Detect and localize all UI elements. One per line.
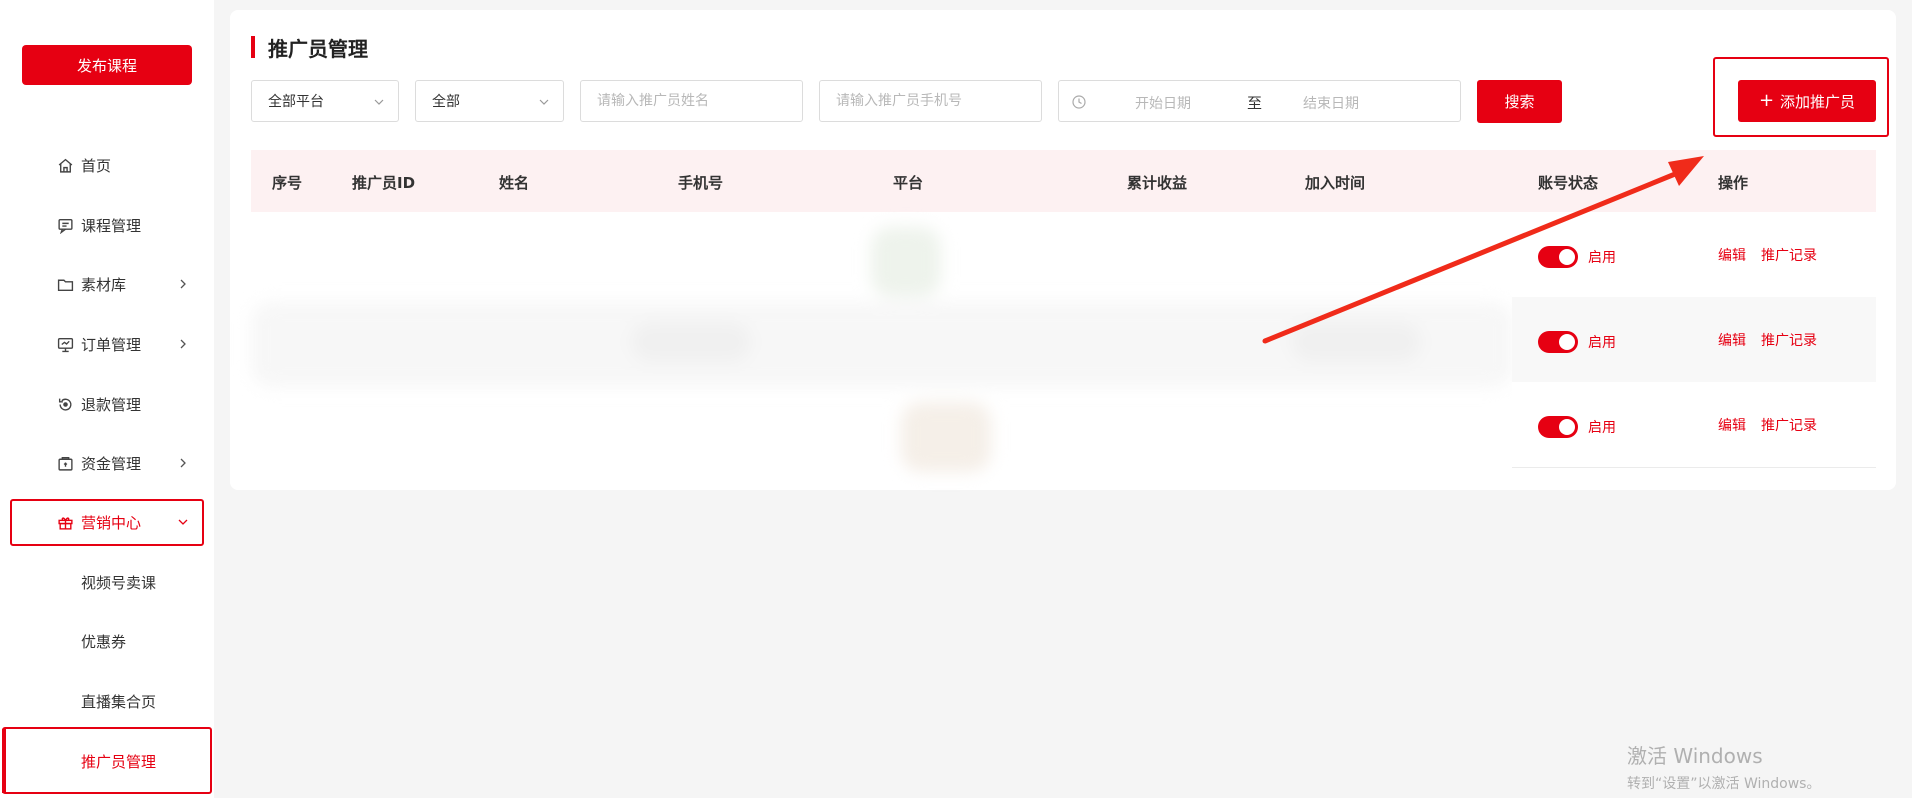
sidebar-item-orders[interactable]: 订单管理: [0, 324, 214, 364]
status-text: 启用: [1588, 335, 1616, 351]
status-text: 启用: [1588, 250, 1616, 266]
column-header: 加入时间: [1305, 174, 1366, 192]
search-button[interactable]: 搜索: [1477, 80, 1562, 123]
chevron-right-icon: [180, 458, 186, 468]
chevron-right-icon: [180, 279, 186, 289]
status-text: 启用: [1588, 420, 1616, 436]
sidebar-subitem-video-courses[interactable]: 视频号卖课: [0, 562, 214, 602]
promotion-record-link[interactable]: 推广记录: [1761, 330, 1817, 350]
name-input-field[interactable]: [597, 81, 802, 121]
chevron-down-icon: [374, 99, 384, 105]
home-icon: [55, 155, 75, 175]
sidebar-item-materials[interactable]: 素材库: [0, 264, 214, 304]
promotion-record-link[interactable]: 推广记录: [1761, 245, 1817, 265]
monitor-icon: [55, 334, 75, 354]
name-search-input[interactable]: [580, 80, 803, 122]
column-header: 操作: [1718, 174, 1749, 192]
active-indicator: [2, 729, 6, 793]
sidebar: 发布课程 首页 课程管理 素材库 订单管理 退款管理 资金管理 营销中心 视频号…: [0, 0, 214, 798]
column-header: 推广员ID: [352, 174, 416, 192]
sidebar-item-label: 营销中心: [81, 513, 142, 532]
chevron-down-icon: [178, 519, 188, 525]
date-separator: 至: [1247, 94, 1263, 112]
phone-search-input[interactable]: [819, 80, 1042, 122]
edit-link[interactable]: 编辑: [1718, 415, 1746, 435]
watermark-title: 激活 Windows: [1627, 744, 1763, 768]
sidebar-item-marketing[interactable]: 营销中心: [0, 502, 214, 542]
sidebar-item-label: 素材库: [81, 275, 127, 294]
edit-link[interactable]: 编辑: [1718, 245, 1746, 265]
title-accent: [251, 36, 255, 58]
scope-select[interactable]: 全部: [415, 80, 564, 122]
column-header: 姓名: [499, 174, 530, 192]
sidebar-item-home[interactable]: 首页: [0, 145, 214, 185]
start-date-input[interactable]: 开始日期: [1135, 93, 1191, 113]
sidebar-item-refunds[interactable]: 退款管理: [0, 384, 214, 424]
column-header: 序号: [272, 174, 303, 192]
edit-link[interactable]: 编辑: [1718, 330, 1746, 350]
sidebar-subitem-live-page[interactable]: 直播集合页: [0, 681, 214, 721]
phone-input-field[interactable]: [836, 81, 1041, 121]
wallet-icon: [55, 453, 75, 473]
page-title: 推广员管理: [268, 37, 368, 61]
sidebar-item-label: 退款管理: [81, 395, 142, 414]
chevron-right-icon: [180, 339, 186, 349]
windows-activation-watermark: 激活 Windows 转到“设置”以激活 Windows。: [1627, 740, 1820, 793]
status-toggle[interactable]: [1538, 416, 1578, 438]
publish-course-button[interactable]: 发布课程: [22, 45, 192, 85]
date-range-picker[interactable]: 开始日期 至 结束日期: [1058, 80, 1461, 122]
column-header: 手机号: [678, 174, 724, 192]
add-promoter-label: 添加推广员: [1780, 92, 1856, 111]
end-date-input[interactable]: 结束日期: [1303, 93, 1359, 113]
scope-select-value: 全部: [432, 94, 460, 110]
column-header: 账号状态: [1538, 174, 1599, 192]
platform-select-value: 全部平台: [268, 94, 324, 110]
sidebar-item-courses[interactable]: 课程管理: [0, 205, 214, 245]
sidebar-subitem-coupons[interactable]: 优惠券: [0, 621, 214, 661]
blurred-table-data: [251, 212, 1513, 484]
folder-icon: [55, 274, 75, 294]
add-promoter-button[interactable]: + 添加推广员: [1738, 80, 1876, 122]
sidebar-subitem-promoters[interactable]: 推广员管理: [0, 741, 214, 781]
sidebar-item-label: 课程管理: [81, 216, 142, 235]
table-header: [251, 150, 1876, 212]
status-toggle[interactable]: [1538, 331, 1578, 353]
platform-select[interactable]: 全部平台: [251, 80, 399, 122]
column-header: 累计收益: [1127, 174, 1188, 192]
chat-icon: [55, 215, 75, 235]
promotion-record-link[interactable]: 推广记录: [1761, 415, 1817, 435]
plus-icon: +: [1758, 90, 1775, 111]
refund-icon: [55, 394, 75, 414]
column-header: 平台: [893, 174, 924, 192]
chevron-down-icon: [539, 99, 549, 105]
sidebar-item-label: 首页: [81, 156, 112, 175]
sidebar-item-label: 订单管理: [81, 335, 142, 354]
row-divider: [1512, 467, 1876, 468]
sidebar-item-funds[interactable]: 资金管理: [0, 443, 214, 483]
status-toggle[interactable]: [1538, 246, 1578, 268]
sidebar-item-label: 资金管理: [81, 454, 142, 473]
watermark-subtitle: 转到“设置”以激活 Windows。: [1627, 776, 1821, 792]
gift-icon: [55, 512, 75, 532]
clock-icon: [1072, 95, 1086, 109]
